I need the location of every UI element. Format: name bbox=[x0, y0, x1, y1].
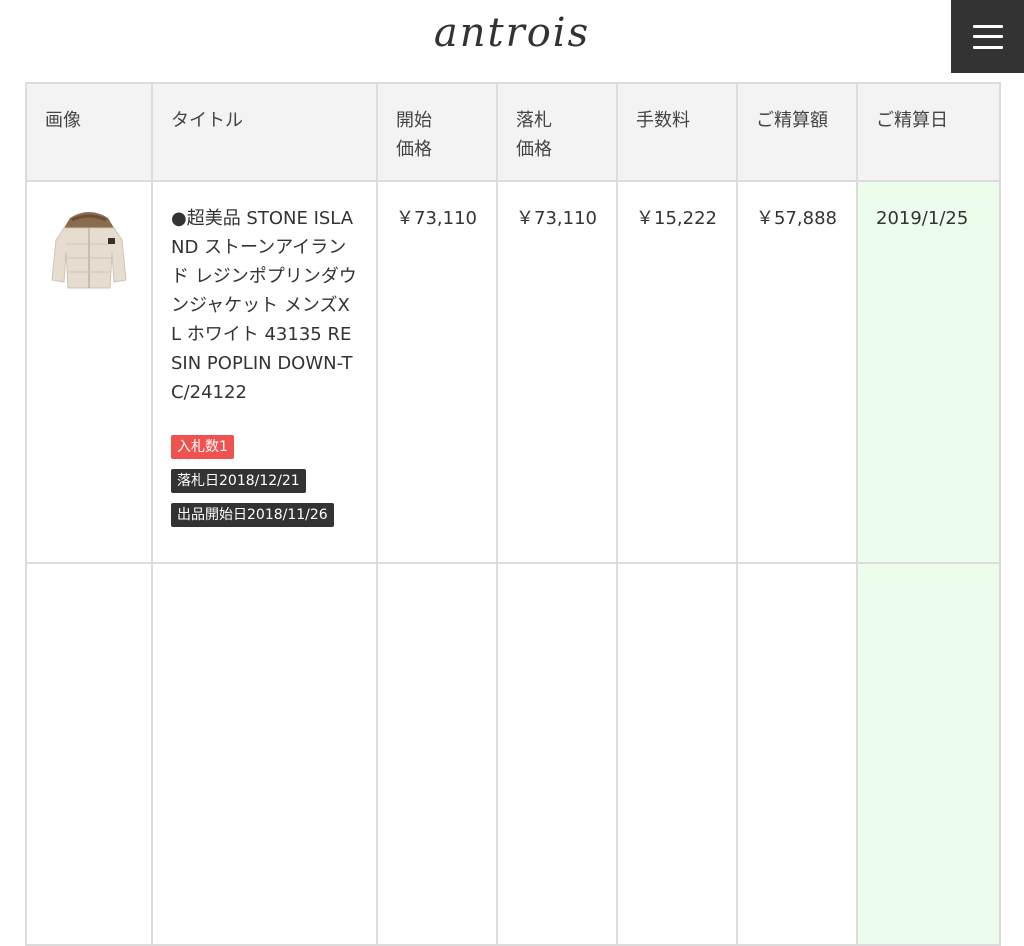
column-header-fee: 手数料 bbox=[616, 82, 738, 182]
down-jacket-thumbnail[interactable] bbox=[48, 204, 130, 292]
item-badges: 入札数1 落札日2018/12/21 出品開始日2018/11/26 bbox=[171, 431, 358, 533]
cell-start-price: ￥73,110 bbox=[376, 180, 498, 564]
column-header-settlement-date: ご精算日 bbox=[856, 82, 1001, 182]
column-header-settlement-amount: ご精算額 bbox=[736, 82, 858, 182]
site-logo[interactable]: antrois bbox=[0, 10, 1024, 56]
won-date-badge: 落札日2018/12/21 bbox=[171, 469, 306, 493]
results-table: 画像 タイトル 開始 価格 落札 価格 手数料 ご精算額 ご精算日 ●超美品 S… bbox=[25, 82, 1001, 946]
listing-date-badge: 出品開始日2018/11/26 bbox=[171, 503, 334, 527]
bids-badge: 入札数1 bbox=[171, 435, 234, 459]
hamburger-icon bbox=[972, 24, 1003, 49]
cell-settlement-date: 2019/1/25 bbox=[856, 180, 1001, 564]
table-header-row: 画像 タイトル 開始 価格 落札 価格 手数料 ご精算額 ご精算日 bbox=[25, 82, 1001, 182]
column-header-winning-price: 落札 価格 bbox=[496, 82, 618, 182]
column-header-title: タイトル bbox=[151, 82, 378, 182]
table-row bbox=[25, 562, 1001, 946]
item-title[interactable]: ●超美品 STONE ISLAND ストーンアイランド レジンポプリンダウンジャ… bbox=[171, 204, 358, 407]
cell-winning-price: ￥73,110 bbox=[496, 180, 618, 564]
cell-fee: ￥15,222 bbox=[616, 180, 738, 564]
table-row: ●超美品 STONE ISLAND ストーンアイランド レジンポプリンダウンジャ… bbox=[25, 180, 1001, 564]
column-header-image: 画像 bbox=[25, 82, 153, 182]
cell-title: ●超美品 STONE ISLAND ストーンアイランド レジンポプリンダウンジャ… bbox=[151, 180, 378, 564]
column-header-start-price: 開始 価格 bbox=[376, 82, 498, 182]
cell-settlement-amount: ￥57,888 bbox=[736, 180, 858, 564]
menu-button[interactable] bbox=[951, 0, 1024, 73]
cell-image bbox=[25, 180, 153, 564]
site-header: antrois bbox=[0, 0, 1024, 76]
